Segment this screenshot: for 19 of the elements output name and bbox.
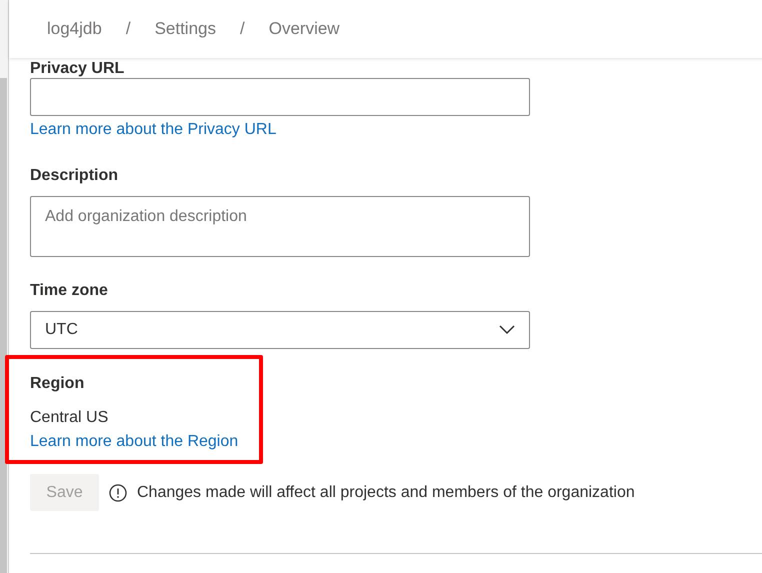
scrollbar-thumb[interactable]: [0, 78, 7, 573]
breadcrumb-separator: /: [240, 18, 245, 40]
breadcrumb-item[interactable]: Settings: [154, 16, 216, 42]
breadcrumb-item[interactable]: Overview: [268, 16, 340, 42]
text-area[interactable]: Add organization description: [30, 196, 530, 257]
link[interactable]: Learn more about the Region: [30, 430, 238, 454]
field-label: Time zone: [30, 281, 109, 301]
field-label: Privacy URL: [30, 60, 126, 78]
field-label: Region: [30, 374, 86, 394]
input-field[interactable]: [30, 78, 530, 116]
dropdown[interactable]: UTC: [30, 311, 530, 349]
link[interactable]: Learn more about the Privacy URL: [30, 118, 276, 142]
field-value: Central US: [30, 408, 108, 428]
breadcrumb-separator: /: [126, 18, 131, 40]
notice-text: Changes made will affect all projects and members of the organization: [137, 482, 635, 502]
info-icon: [109, 484, 127, 502]
breadcrumb-item[interactable]: log4jdb: [47, 16, 102, 42]
field-label: Description: [30, 166, 120, 186]
chevron-down-icon: [499, 325, 515, 335]
